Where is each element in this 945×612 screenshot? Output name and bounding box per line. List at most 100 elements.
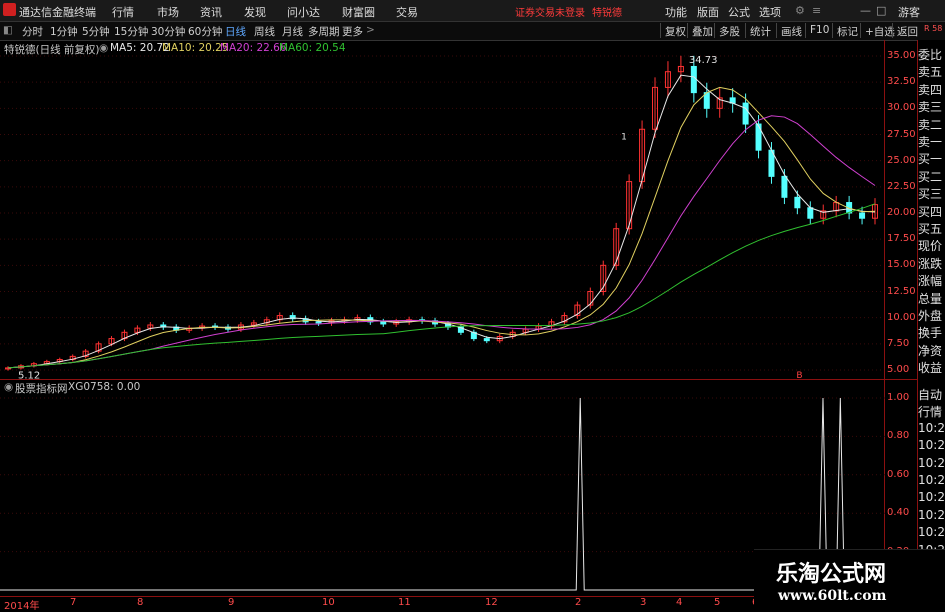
- sidebar-quote-label: 买三: [918, 187, 943, 202]
- sidebar-tick-label: 10:2: [918, 473, 945, 487]
- sidebar-tick-label: 10:2: [918, 507, 945, 522]
- btn-huaxian[interactable]: 画线: [776, 23, 806, 38]
- candle-body: [859, 212, 866, 219]
- menu-jiaoyi[interactable]: 交易: [396, 4, 418, 20]
- period-1min[interactable]: 1分钟: [50, 24, 78, 39]
- x-tick-label: 3: [640, 597, 647, 608]
- y-tick-label: 30.00: [887, 102, 916, 114]
- collapse-icon[interactable]: ◧: [3, 24, 13, 36]
- y-tick-label: 27.50: [887, 128, 916, 140]
- high-price-label: 34.73: [689, 55, 718, 66]
- y-tick-label: 7.50: [887, 337, 910, 349]
- candle-body: [742, 102, 749, 125]
- y-tick-label: 35.00: [887, 50, 916, 61]
- period-60min[interactable]: 60分钟: [188, 24, 222, 39]
- menu-gongshi[interactable]: 公式: [728, 4, 750, 20]
- btn-tongji[interactable]: 统计: [745, 23, 775, 38]
- menu-caifuquan[interactable]: 财富圈: [342, 4, 375, 20]
- kline-chart[interactable]: 34.735.121B: [0, 40, 885, 380]
- indicator-chart[interactable]: [0, 380, 885, 597]
- period-toolbar: ◧ 分时 1分钟 5分钟 15分钟 30分钟 60分钟 日线 周线 月线 多周期…: [0, 22, 945, 41]
- sub-y-tick-label: 1.00: [887, 392, 910, 403]
- sidebar-quote-label: 总量: [918, 291, 943, 306]
- guest-button[interactable]: 游客: [898, 4, 920, 20]
- candle-body: [315, 321, 322, 324]
- candle-body: [755, 123, 762, 151]
- menu-banmian[interactable]: 版面: [697, 4, 719, 20]
- watermark: 乐淘公式网 www.60lt.com: [754, 549, 945, 610]
- sidebar-quote-label: 涨跌: [918, 256, 943, 271]
- y-tick-label: 25.00: [887, 154, 916, 166]
- login-status[interactable]: 证券交易未登录: [515, 4, 585, 19]
- menu-gongneng[interactable]: 功能: [665, 4, 687, 20]
- x-tick-label: 11: [398, 597, 411, 608]
- sidebar-quote-label: 外盘: [918, 309, 943, 323]
- menu-zixun[interactable]: 资讯: [200, 4, 222, 20]
- x-tick-label: 5: [714, 597, 721, 608]
- maximize-icon[interactable]: □: [876, 4, 886, 17]
- sidebar-tick-label: 自动: [918, 388, 943, 402]
- sidebar-quote-label: 收益: [918, 361, 943, 376]
- period-5min[interactable]: 5分钟: [82, 24, 110, 39]
- xg0758-line: [0, 397, 885, 591]
- ma60-line: [7, 203, 876, 369]
- y-tick-label: 5.00: [887, 364, 910, 375]
- sidebar-tick-label: 10:2: [918, 438, 945, 453]
- btn-duogu[interactable]: 多股: [714, 23, 744, 38]
- signal-marker: 1: [621, 133, 627, 143]
- sub-y-tick-label: 0.80: [887, 430, 910, 442]
- x-tick-label: 4: [676, 597, 683, 608]
- ma20-line: [7, 115, 876, 369]
- period-fenshi[interactable]: 分时: [22, 24, 43, 39]
- sidebar-tick-label: 10:2: [918, 455, 945, 470]
- minimize-icon[interactable]: —: [860, 4, 871, 17]
- sidebar-tick-label: 10:2: [918, 490, 945, 505]
- menu-hangqing[interactable]: 行情: [112, 4, 134, 20]
- sidebar-tick-label: 10:2: [918, 525, 945, 540]
- btn-biaoji[interactable]: 标记: [832, 23, 862, 38]
- period-monthly[interactable]: 月线: [282, 24, 303, 39]
- period-daily[interactable]: 日线: [225, 24, 246, 39]
- sidebar-quote-label: 买五: [918, 222, 943, 236]
- period-15min[interactable]: 15分钟: [114, 24, 148, 39]
- btn-f10[interactable]: F10: [805, 23, 833, 38]
- menu-faxian[interactable]: 发现: [244, 4, 266, 20]
- sidebar-quote-label: 卖四: [918, 82, 943, 97]
- candle-body: [380, 321, 387, 325]
- candle-body: [690, 65, 697, 94]
- menu-xuanxiang[interactable]: 选项: [759, 4, 781, 20]
- gear-icon[interactable]: ⚙: [795, 4, 805, 17]
- sidebar-quote-label: 卖一: [918, 135, 943, 149]
- app-title: 通达信金融终端: [19, 6, 96, 19]
- y-tick-label: 32.50: [887, 76, 916, 88]
- menu-wenxiaoda[interactable]: 问小达: [287, 4, 320, 20]
- period-30min[interactable]: 30分钟: [151, 24, 185, 39]
- period-weekly[interactable]: 周线: [254, 24, 275, 39]
- sidebar-quote-label: 买二: [918, 169, 943, 184]
- menu-shichang[interactable]: 市场: [157, 4, 179, 20]
- x-tick-label: 2014年: [4, 601, 40, 612]
- period-more[interactable]: 更多: [342, 24, 363, 39]
- sidebar-quote-label: 卖三: [918, 100, 943, 115]
- btn-back[interactable]: 返回: [892, 23, 922, 38]
- chevron-right-icon[interactable]: >: [366, 24, 375, 36]
- btn-fuquan[interactable]: 复权: [660, 23, 690, 38]
- watermark-url: www.60lt.com: [778, 588, 887, 604]
- title-bar: 通达信金融终端 行情 市场 资讯 发现 问小达 财富圈 交易 证券交易未登录 特…: [0, 0, 945, 22]
- x-tick-label: 7: [70, 597, 77, 608]
- period-multi[interactable]: 多周期: [308, 24, 340, 39]
- y-tick-label: 10.00: [887, 311, 916, 323]
- current-stock-name: 特锐德: [592, 8, 622, 19]
- sidebar-quote-label: 委比: [918, 48, 943, 62]
- btn-diejia[interactable]: 叠加: [687, 23, 717, 38]
- candle-body: [794, 196, 801, 209]
- sidebar-quote-label: 涨幅: [918, 274, 943, 289]
- x-tick-label: 9: [228, 597, 235, 608]
- x-tick-label: 12: [485, 597, 498, 608]
- candle-body: [483, 338, 490, 342]
- sidebar-quote-label: 净资: [918, 343, 943, 358]
- sub-y-tick-label: 0.40: [887, 507, 910, 519]
- sidebar-tick-label: 10:2: [918, 420, 945, 435]
- menu-icon[interactable]: ≡: [812, 4, 821, 17]
- watermark-title: 乐淘公式网: [776, 561, 887, 587]
